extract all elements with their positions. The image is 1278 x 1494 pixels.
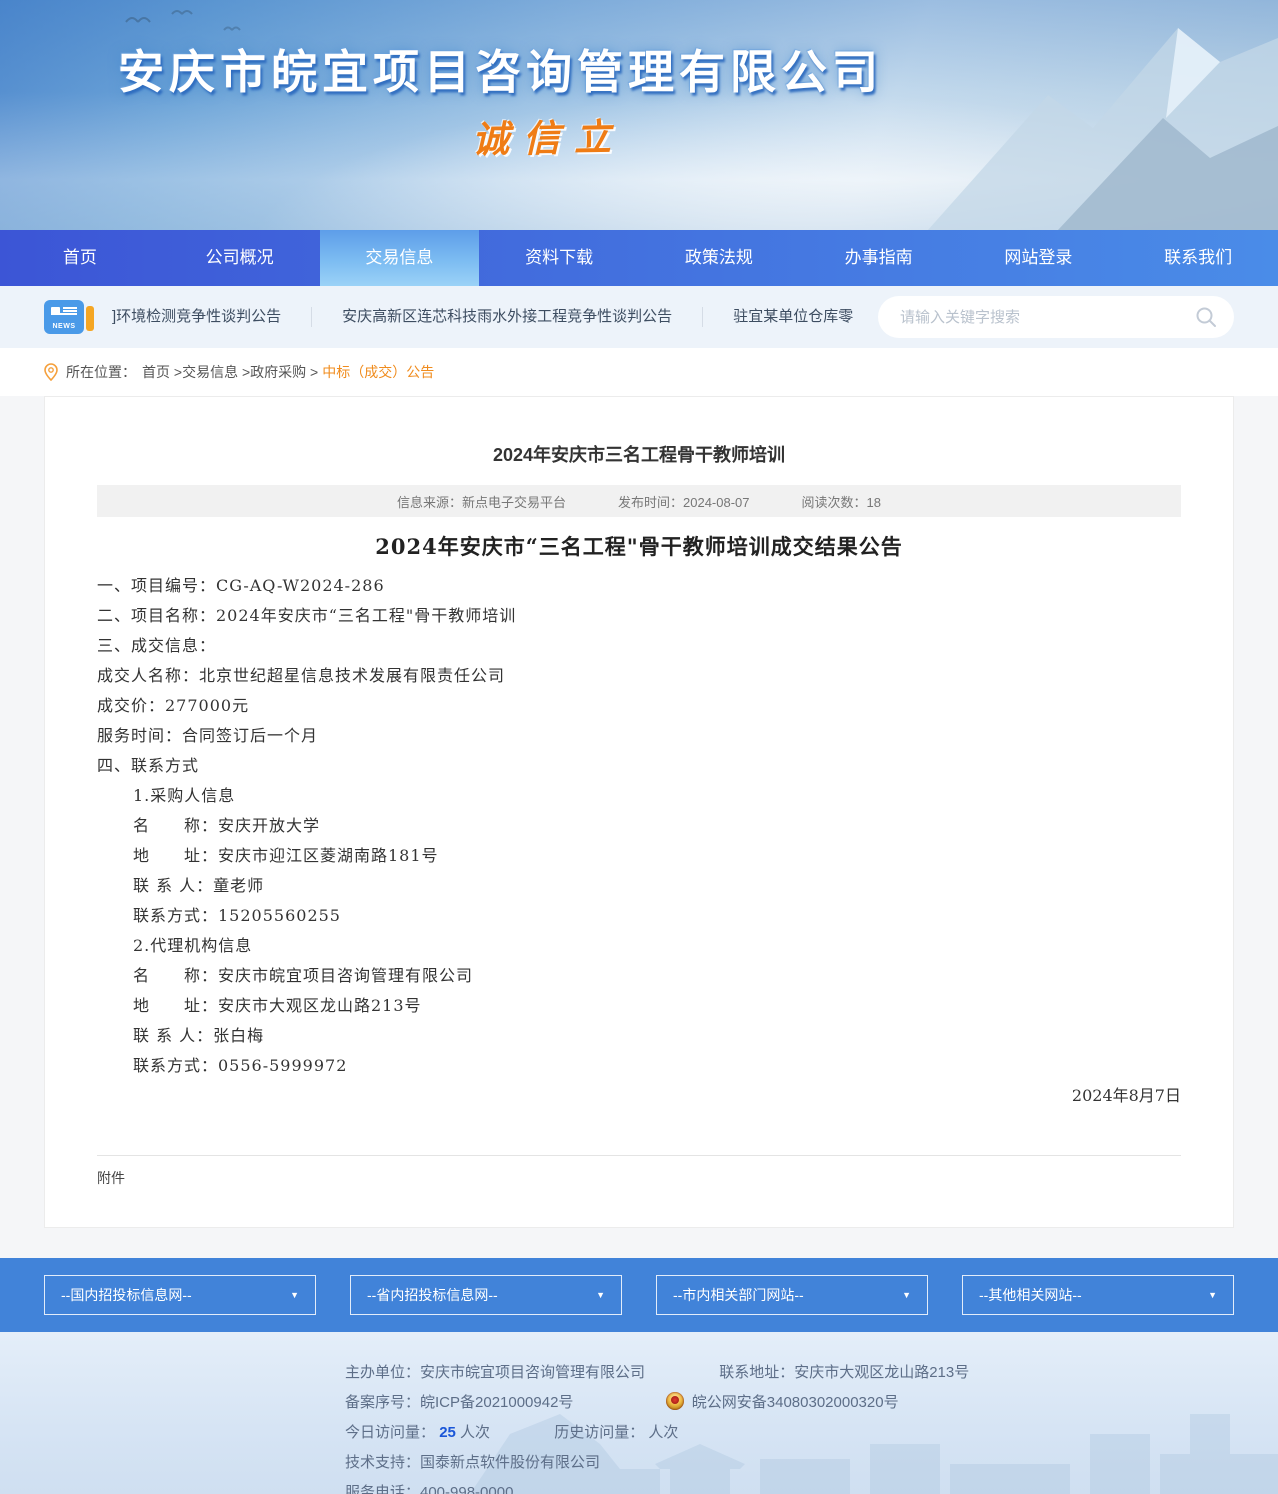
announcement-heading: 2024年安庆市“三名工程"骨干教师培训成交结果公告 — [97, 531, 1181, 561]
paragraph-agency-name: 名 称：安庆市皖宜项目咨询管理有限公司 — [97, 961, 1181, 991]
nav-item-site-login[interactable]: 网站登录 — [959, 230, 1119, 286]
select-label: --国内招投标信息网-- — [61, 1285, 192, 1305]
chevron-down-icon: ▼ — [1208, 1290, 1217, 1300]
search-box — [878, 296, 1234, 338]
footer-today-label: 今日访问量： — [345, 1424, 435, 1441]
nav-item-trade-info[interactable]: 交易信息 — [320, 230, 480, 286]
breadcrumb-label: 所在位置： — [66, 362, 136, 382]
footer-line-visits: 今日访问量： 25 人次 历史访问量： 人次 — [345, 1418, 1278, 1448]
footer-contact-address: 联系地址：安庆市大观区龙山路213号 — [719, 1364, 969, 1381]
select-other-related-sites[interactable]: --其他相关网站-- ▼ — [962, 1275, 1234, 1315]
article-meta-bar: 信息来源：新点电子交易平台 发布时间：2024-08-07 阅读次数：18 — [97, 485, 1181, 517]
footer-line-organizer: 主办单位：安庆市皖宜项目咨询管理有限公司 联系地址：安庆市大观区龙山路213号 — [345, 1358, 1278, 1388]
footer-line-records: 备案序号：皖ICP备2021000942号 皖公网安备3408030200032… — [345, 1388, 1278, 1418]
attachment-divider — [97, 1155, 1181, 1156]
article-card: 2024年安庆市三名工程骨干教师培训 信息来源：新点电子交易平台 发布时间：20… — [44, 396, 1234, 1228]
paragraph-agency-phone: 联系方式：0556-5999972 — [97, 1051, 1181, 1081]
select-label: --省内招投标信息网-- — [367, 1285, 498, 1305]
paragraph-purchaser-contact: 联 系 人：童老师 — [97, 871, 1181, 901]
chevron-down-icon: ▼ — [596, 1290, 605, 1300]
search-icon[interactable] — [1194, 305, 1218, 329]
meta-publish-time: 发布时间：2024-08-07 — [618, 492, 750, 511]
location-pin-icon — [44, 363, 58, 381]
footer-tech-support: 技术支持：国泰新点软件股份有限公司 — [345, 1454, 600, 1471]
news-icon-accent — [86, 306, 94, 331]
select-provincial-bidding-sites[interactable]: --省内招投标信息网-- ▼ — [350, 1275, 622, 1315]
news-icon-label: NEWS — [44, 300, 84, 334]
paragraph-project-number: 一、项目编号：CG-AQ-W2024-286 — [97, 571, 1181, 601]
footer-today-count: 25 — [439, 1424, 456, 1441]
paragraph-service-time: 服务时间：合同签订后一个月 — [97, 721, 1181, 751]
meta-source: 信息来源：新点电子交易平台 — [397, 492, 566, 511]
public-security-badge-icon — [666, 1392, 684, 1410]
ticker-items: ]环境检测竞争性谈判公告 安庆高新区连芯科技雨水外接工程竞争性谈判公告 驻宜某单… — [110, 307, 854, 327]
footer-icp[interactable]: 备案序号：皖ICP备2021000942号 — [345, 1394, 573, 1411]
ticker-item[interactable]: ]环境检测竞争性谈判公告 — [110, 307, 312, 327]
ticker-item[interactable]: 安庆高新区连芯科技雨水外接工程竞争性谈判公告 — [312, 307, 703, 327]
paragraph-agency-head: 2.代理机构信息 — [97, 931, 1181, 961]
footer-line-phone: 服务电话：400-998-0000 — [345, 1478, 1278, 1494]
main-nav: 首页 公司概况 交易信息 资料下载 政策法规 办事指南 网站登录 联系我们 — [0, 230, 1278, 286]
chevron-down-icon: ▼ — [902, 1290, 911, 1300]
meta-views: 阅读次数：18 — [802, 492, 881, 511]
paragraph-winner-name: 成交人名称：北京世纪超星信息技术发展有限责任公司 — [97, 661, 1181, 691]
nav-item-company-profile[interactable]: 公司概况 — [160, 230, 320, 286]
mountain-scenery-image — [758, 0, 1278, 230]
paragraph-purchaser-head: 1.采购人信息 — [97, 781, 1181, 811]
site-footer: 主办单位：安庆市皖宜项目咨询管理有限公司 联系地址：安庆市大观区龙山路213号 … — [0, 1332, 1278, 1494]
footer-history-unit: 人次 — [648, 1424, 678, 1441]
paragraph-contact-head: 四、联系方式 — [97, 751, 1181, 781]
select-label: --其他相关网站-- — [979, 1285, 1082, 1305]
nav-item-policies[interactable]: 政策法规 — [639, 230, 799, 286]
footer-history-label: 历史访问量： — [554, 1424, 644, 1441]
news-ticker-bar: NEWS ]环境检测竞争性谈判公告 安庆高新区连芯科技雨水外接工程竞争性谈判公告… — [0, 286, 1278, 348]
ticker-item[interactable]: 驻宜某单位仓库零星 — [703, 307, 854, 327]
paragraph-purchaser-phone: 联系方式：15205560255 — [97, 901, 1181, 931]
breadcrumb-path[interactable]: 首页 >交易信息 >政府采购 > — [142, 362, 318, 382]
paragraph-project-name: 二、项目名称：2024年安庆市“三名工程"骨干教师培训 — [97, 601, 1181, 631]
nav-item-contact-us[interactable]: 联系我们 — [1118, 230, 1278, 286]
company-slogan: 诚信立 — [472, 107, 626, 164]
news-icon: NEWS — [44, 298, 96, 336]
main-area: 2024年安庆市三名工程骨干教师培训 信息来源：新点电子交易平台 发布时间：20… — [0, 396, 1278, 1258]
paragraph-deal-price: 成交价：277000元 — [97, 691, 1181, 721]
nav-item-service-guide[interactable]: 办事指南 — [799, 230, 959, 286]
chevron-down-icon: ▼ — [290, 1290, 299, 1300]
article-title: 2024年安庆市三名工程骨干教师培训 — [97, 441, 1181, 467]
paragraph-purchaser-name: 名 称：安庆开放大学 — [97, 811, 1181, 841]
select-national-bidding-sites[interactable]: --国内招投标信息网-- ▼ — [44, 1275, 316, 1315]
friend-links-band: --国内招投标信息网-- ▼ --省内招投标信息网-- ▼ --市内相关部门网站… — [0, 1258, 1278, 1332]
paragraph-agency-contact: 联 系 人：张白梅 — [97, 1021, 1181, 1051]
footer-service-phone: 服务电话：400-998-0000 — [345, 1484, 513, 1494]
nav-item-home[interactable]: 首页 — [0, 230, 160, 286]
site-header: 安庆市皖宜项目咨询管理有限公司 诚信立 — [0, 0, 1278, 230]
attachment-label: 附件 — [97, 1168, 1181, 1188]
select-city-department-sites[interactable]: --市内相关部门网站-- ▼ — [656, 1275, 928, 1315]
breadcrumb: 所在位置： 首页 >交易信息 >政府采购 > 中标（成交）公告 — [0, 348, 1278, 396]
company-title: 安庆市皖宜项目咨询管理有限公司 — [118, 36, 883, 102]
breadcrumb-current[interactable]: 中标（成交）公告 — [322, 362, 434, 382]
paragraph-purchaser-address: 地 址：安庆市迎江区菱湖南路181号 — [97, 841, 1181, 871]
article-body: 一、项目编号：CG-AQ-W2024-286 二、项目名称：2024年安庆市“三… — [97, 571, 1181, 1081]
footer-line-tech: 技术支持：国泰新点软件股份有限公司 — [345, 1448, 1278, 1478]
select-label: --市内相关部门网站-- — [673, 1285, 804, 1305]
paragraph-deal-info-head: 三、成交信息： — [97, 631, 1181, 661]
footer-today-unit: 人次 — [460, 1424, 490, 1441]
paragraph-agency-address: 地 址：安庆市大观区龙山路213号 — [97, 991, 1181, 1021]
nav-item-downloads[interactable]: 资料下载 — [479, 230, 639, 286]
search-input[interactable] — [900, 309, 1194, 326]
article-date: 2024年8月7日 — [97, 1081, 1181, 1111]
footer-organizer: 主办单位：安庆市皖宜项目咨询管理有限公司 — [345, 1364, 645, 1381]
footer-security-record[interactable]: 皖公网安备34080302000320号 — [692, 1394, 899, 1411]
